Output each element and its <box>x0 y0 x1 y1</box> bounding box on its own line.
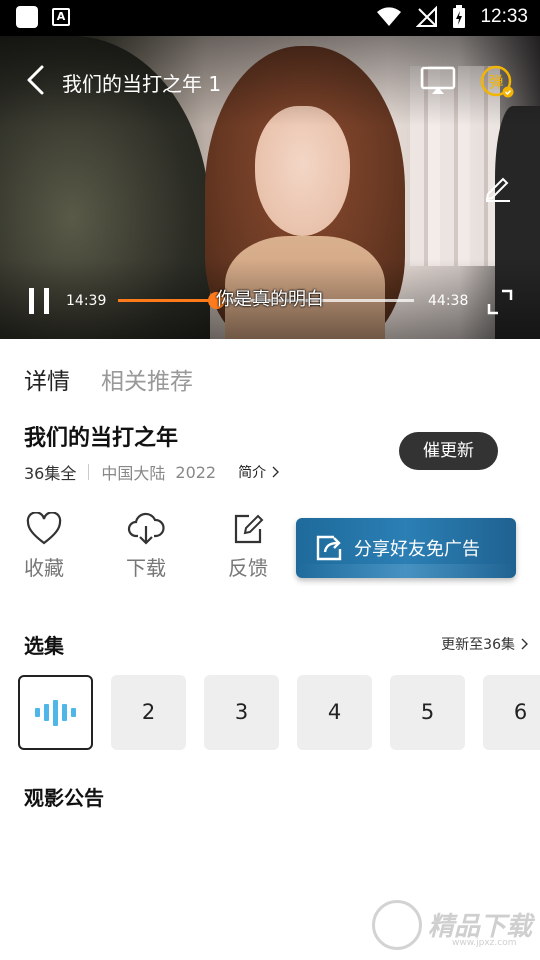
episodes-update-status: 更新至36集 <box>441 637 515 653</box>
feedback-label: 反馈 <box>228 556 268 580</box>
episode-item[interactable]: 4 <box>297 675 372 750</box>
episodes-title: 选集 <box>24 634 64 658</box>
request-update-button[interactable]: 催更新 <box>399 432 498 470</box>
show-meta: 36集全 中国大陆 2022 简介 <box>24 460 280 484</box>
fullscreen-icon[interactable] <box>486 288 514 316</box>
share-icon <box>316 535 342 561</box>
divider <box>88 464 90 480</box>
episode-item[interactable]: 2 <box>111 675 186 750</box>
chevron-right-icon <box>272 466 280 478</box>
danmu-toggle-icon[interactable]: 弹 <box>480 65 514 99</box>
wifi-icon <box>377 7 402 26</box>
heart-icon <box>26 512 62 545</box>
watermark-logo: 精品下载 www.jpxz.com <box>372 898 532 954</box>
share-banner-label: 分享好友免广告 <box>354 539 480 560</box>
favorite-label: 收藏 <box>24 556 64 580</box>
clock: 12:33 <box>480 6 528 27</box>
download-button[interactable]: 下载 <box>116 512 176 581</box>
chevron-right-icon <box>521 638 528 650</box>
episode-item-1-playing[interactable] <box>18 675 93 750</box>
episode-item[interactable]: 6 <box>483 675 540 750</box>
tab-recommend[interactable]: 相关推荐 <box>101 362 193 396</box>
now-playing-icon <box>35 677 76 748</box>
danmu-edit-icon[interactable] <box>483 172 513 202</box>
tab-details[interactable]: 详情 <box>24 362 70 396</box>
episode-item[interactable]: 3 <box>204 675 279 750</box>
show-title: 我们的当打之年 <box>24 426 179 451</box>
duration: 44:38 <box>428 293 469 309</box>
notice-title: 观影公告 <box>24 786 104 810</box>
no-signal-icon <box>416 6 438 27</box>
status-bar: A 12:33 <box>0 0 540 36</box>
share-ad-free-banner[interactable]: 分享好友免广告 <box>296 518 516 578</box>
svg-text:弹: 弹 <box>488 73 503 91</box>
video-player[interactable]: 我们的当打之年 1 弹 14:39 你是真的明白 44:38 <box>0 36 540 339</box>
notification-a-icon: A <box>52 8 70 26</box>
episode-list: 2 3 4 5 6 <box>18 675 540 750</box>
back-arrow-icon[interactable] <box>22 64 48 96</box>
episodes-more-link[interactable]: 更新至36集 <box>441 634 528 654</box>
cloud-download-icon <box>127 512 165 545</box>
episode-item[interactable]: 5 <box>390 675 465 750</box>
cast-icon[interactable] <box>420 66 456 96</box>
intro-label: 简介 <box>238 465 267 481</box>
favorite-button[interactable]: 收藏 <box>14 512 74 581</box>
year: 2022 <box>175 462 217 482</box>
intro-link[interactable]: 简介 <box>238 462 280 482</box>
detail-tabs: 详情 相关推荐 <box>24 362 193 396</box>
download-label: 下载 <box>126 556 166 580</box>
region: 中国大陆 <box>101 464 166 483</box>
battery-charging-icon <box>453 5 466 28</box>
video-title: 我们的当打之年 1 <box>62 72 222 96</box>
feedback-button[interactable]: 反馈 <box>218 512 278 581</box>
notification-app-icon <box>16 6 38 28</box>
feedback-edit-icon <box>234 514 264 544</box>
episode-count: 36集全 <box>24 464 77 483</box>
